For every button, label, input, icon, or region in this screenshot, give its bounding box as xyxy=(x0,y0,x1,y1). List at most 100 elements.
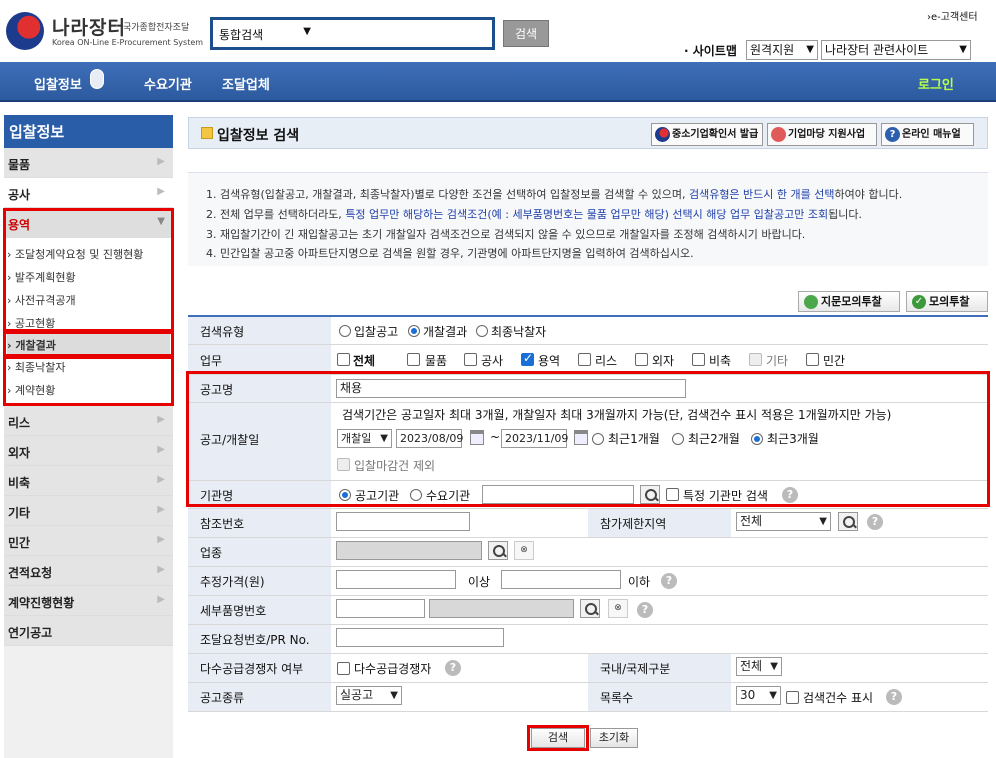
ref-number-input[interactable] xyxy=(336,512,470,531)
search-submit-button[interactable]: 검색 xyxy=(531,728,585,748)
gnb-supplier[interactable]: 조달업체 xyxy=(222,74,270,93)
logo-title[interactable]: 나라장터 xyxy=(52,13,126,40)
date-from-input[interactable]: 2023/08/09 xyxy=(396,429,463,448)
radio-recent-2m[interactable] xyxy=(672,433,684,445)
checkbox-show-count[interactable] xyxy=(786,691,799,704)
radio-recent-3m[interactable] xyxy=(751,433,763,445)
mock-bid-button[interactable]: ✓ 모의투찰 xyxy=(906,291,988,312)
radio-notice-org-label: 공고기관 xyxy=(355,489,400,503)
radio-final-winner[interactable] xyxy=(476,325,488,337)
date-type-select[interactable]: 개찰일 ▼ xyxy=(337,429,392,448)
search-icon[interactable] xyxy=(488,541,508,560)
fingerprint-mock-bid-button[interactable]: 지문모의투찰 xyxy=(798,291,900,312)
checkbox-construction[interactable] xyxy=(464,353,477,366)
industry-input xyxy=(336,541,482,560)
help-icon[interactable]: ? xyxy=(445,660,461,676)
checkbox-org-only[interactable] xyxy=(666,488,679,501)
submenu-final-winner[interactable]: › 최종낙찰자 xyxy=(7,359,66,375)
checkbox-all[interactable] xyxy=(337,353,350,366)
koneps-logo-icon[interactable] xyxy=(6,12,44,50)
checkbox-multi[interactable] xyxy=(337,662,350,675)
submenu-bid-result[interactable]: › 개찰결과 xyxy=(7,334,170,354)
help-icon[interactable]: ? xyxy=(867,514,883,530)
checkbox-service-label: 용역 xyxy=(538,354,561,368)
related-sites-select[interactable]: 나라장터 관련사이트 ▼ xyxy=(821,40,971,60)
sidebar-item-lease[interactable]: 리스 ▶ xyxy=(4,406,173,436)
sidebar-item-stockpile[interactable]: 비축 ▶ xyxy=(4,466,173,496)
search-scope-select[interactable]: 통합검색 ▼ xyxy=(219,26,311,44)
online-manual-button[interactable]: ? 온라인 매뉴얼 xyxy=(881,123,974,146)
checkbox-service[interactable] xyxy=(521,351,534,366)
login-link[interactable]: 로그인 xyxy=(918,74,954,93)
sidebar-item-etc[interactable]: 기타 ▶ xyxy=(4,496,173,526)
radio-notice[interactable] xyxy=(339,325,351,337)
submenu-contract-status[interactable]: › 계약현황 xyxy=(7,382,55,398)
gnb-demand-agency[interactable]: 수요기관 xyxy=(144,74,192,93)
label-notice-name: 공고명 xyxy=(188,375,331,402)
notice-name-input[interactable]: 채용 xyxy=(336,379,686,398)
label-request-no: 조달요청번호/PR No. xyxy=(188,625,331,653)
help-icon[interactable]: ? xyxy=(661,573,677,589)
remote-support-select[interactable]: 원격지원 ▼ xyxy=(746,40,818,60)
sidebar-item-private[interactable]: 민간 ▶ xyxy=(4,526,173,556)
sidebar-item-postponed[interactable]: 연기공고 xyxy=(4,616,173,646)
notice-type-select[interactable]: 실공고 ▼ xyxy=(336,686,402,705)
calendar-icon[interactable] xyxy=(574,430,588,445)
sidebar-item-construction[interactable]: 공사 ▶ xyxy=(4,178,173,208)
gnb-bid-info[interactable]: 입찰정보 xyxy=(34,74,82,93)
sitemap-link[interactable]: · 사이트맵 xyxy=(684,42,737,59)
radio-notice-org[interactable] xyxy=(339,489,351,501)
global-search-button[interactable]: 검색 xyxy=(503,20,549,47)
price-min-input[interactable] xyxy=(336,570,456,589)
reset-button[interactable]: 초기화 xyxy=(590,728,638,748)
count-select[interactable]: 30 ▼ xyxy=(736,686,781,705)
help-icon[interactable]: ? xyxy=(637,602,653,618)
checkbox-goods[interactable] xyxy=(407,353,420,366)
chevron-right-icon: ▶ xyxy=(157,534,165,545)
price-over-label: 이상 xyxy=(468,575,491,589)
biz-market-button[interactable]: 기업마당 지원사업 xyxy=(767,123,877,146)
submenu-pre-spec[interactable]: › 사전규격공개 xyxy=(7,292,76,308)
request-no-input[interactable] xyxy=(336,628,504,647)
customer-center-link[interactable]: ›e-고객센터 xyxy=(927,8,978,23)
row-date: 공고/개찰일 검색기간은 공고일자 최대 3개월, 개찰일자 최대 3개월까지 … xyxy=(188,403,988,481)
page-title-bar: 입찰정보 검색 중소기업확인서 발급 기업마당 지원사업 ? 온라인 매뉴얼 xyxy=(188,117,988,149)
price-max-input[interactable] xyxy=(501,570,621,589)
date-to-input[interactable]: 2023/11/09 xyxy=(501,429,568,448)
row-search-type: 검색유형 입찰공고 개찰결과 최종낙찰자 xyxy=(188,317,988,345)
search-icon[interactable] xyxy=(640,485,660,504)
sidebar-item-goods[interactable]: 물품 ▶ xyxy=(4,148,173,178)
checkbox-private[interactable] xyxy=(806,353,819,366)
submenu-notice-status[interactable]: › 공고현황 xyxy=(7,315,55,331)
clear-icon[interactable]: ⊗ xyxy=(608,599,628,618)
sidebar-item-foreign[interactable]: 외자 ▶ xyxy=(4,436,173,466)
radio-demand-org[interactable] xyxy=(410,489,422,501)
search-icon[interactable] xyxy=(838,512,858,531)
checkbox-stockpile[interactable] xyxy=(692,353,705,366)
radio-bid-result[interactable] xyxy=(408,325,420,337)
checkbox-lease[interactable] xyxy=(578,353,591,366)
detail-number-input[interactable] xyxy=(336,599,425,618)
radio-notice-label: 입찰공고 xyxy=(354,325,399,339)
global-search-box[interactable]: 통합검색 ▼ xyxy=(210,17,495,50)
chevron-down-icon: ▼ xyxy=(819,516,827,527)
submenu-contract-request[interactable]: › 조달청계약요청 및 진행현황 xyxy=(7,246,143,262)
calendar-icon[interactable] xyxy=(470,430,484,445)
sme-certificate-button[interactable]: 중소기업확인서 발급 xyxy=(651,123,763,146)
help-icon[interactable]: ? xyxy=(782,487,798,503)
intl-select[interactable]: 전체 ▼ xyxy=(736,657,782,676)
region-select[interactable]: 전체 ▼ xyxy=(736,512,831,531)
radio-recent-1m[interactable] xyxy=(592,433,604,445)
checkbox-foreign[interactable] xyxy=(635,353,648,366)
sidebar-item-service[interactable]: 용역 ▼ xyxy=(4,208,173,238)
sidebar-item-quote[interactable]: 견적요청 ▶ xyxy=(4,556,173,586)
checkbox-private-label: 민간 xyxy=(823,354,846,368)
clear-icon[interactable]: ⊗ xyxy=(514,541,534,560)
org-name-input[interactable] xyxy=(482,485,634,504)
submenu-order-plan[interactable]: › 발주계획현황 xyxy=(7,269,76,285)
search-icon[interactable] xyxy=(580,599,600,618)
sidebar-item-contract-progress[interactable]: 계약진행현황 ▶ xyxy=(4,586,173,616)
koneps-logo-icon xyxy=(655,127,670,142)
chevron-right-icon: ▶ xyxy=(157,504,165,515)
help-icon[interactable]: ? xyxy=(886,689,902,705)
